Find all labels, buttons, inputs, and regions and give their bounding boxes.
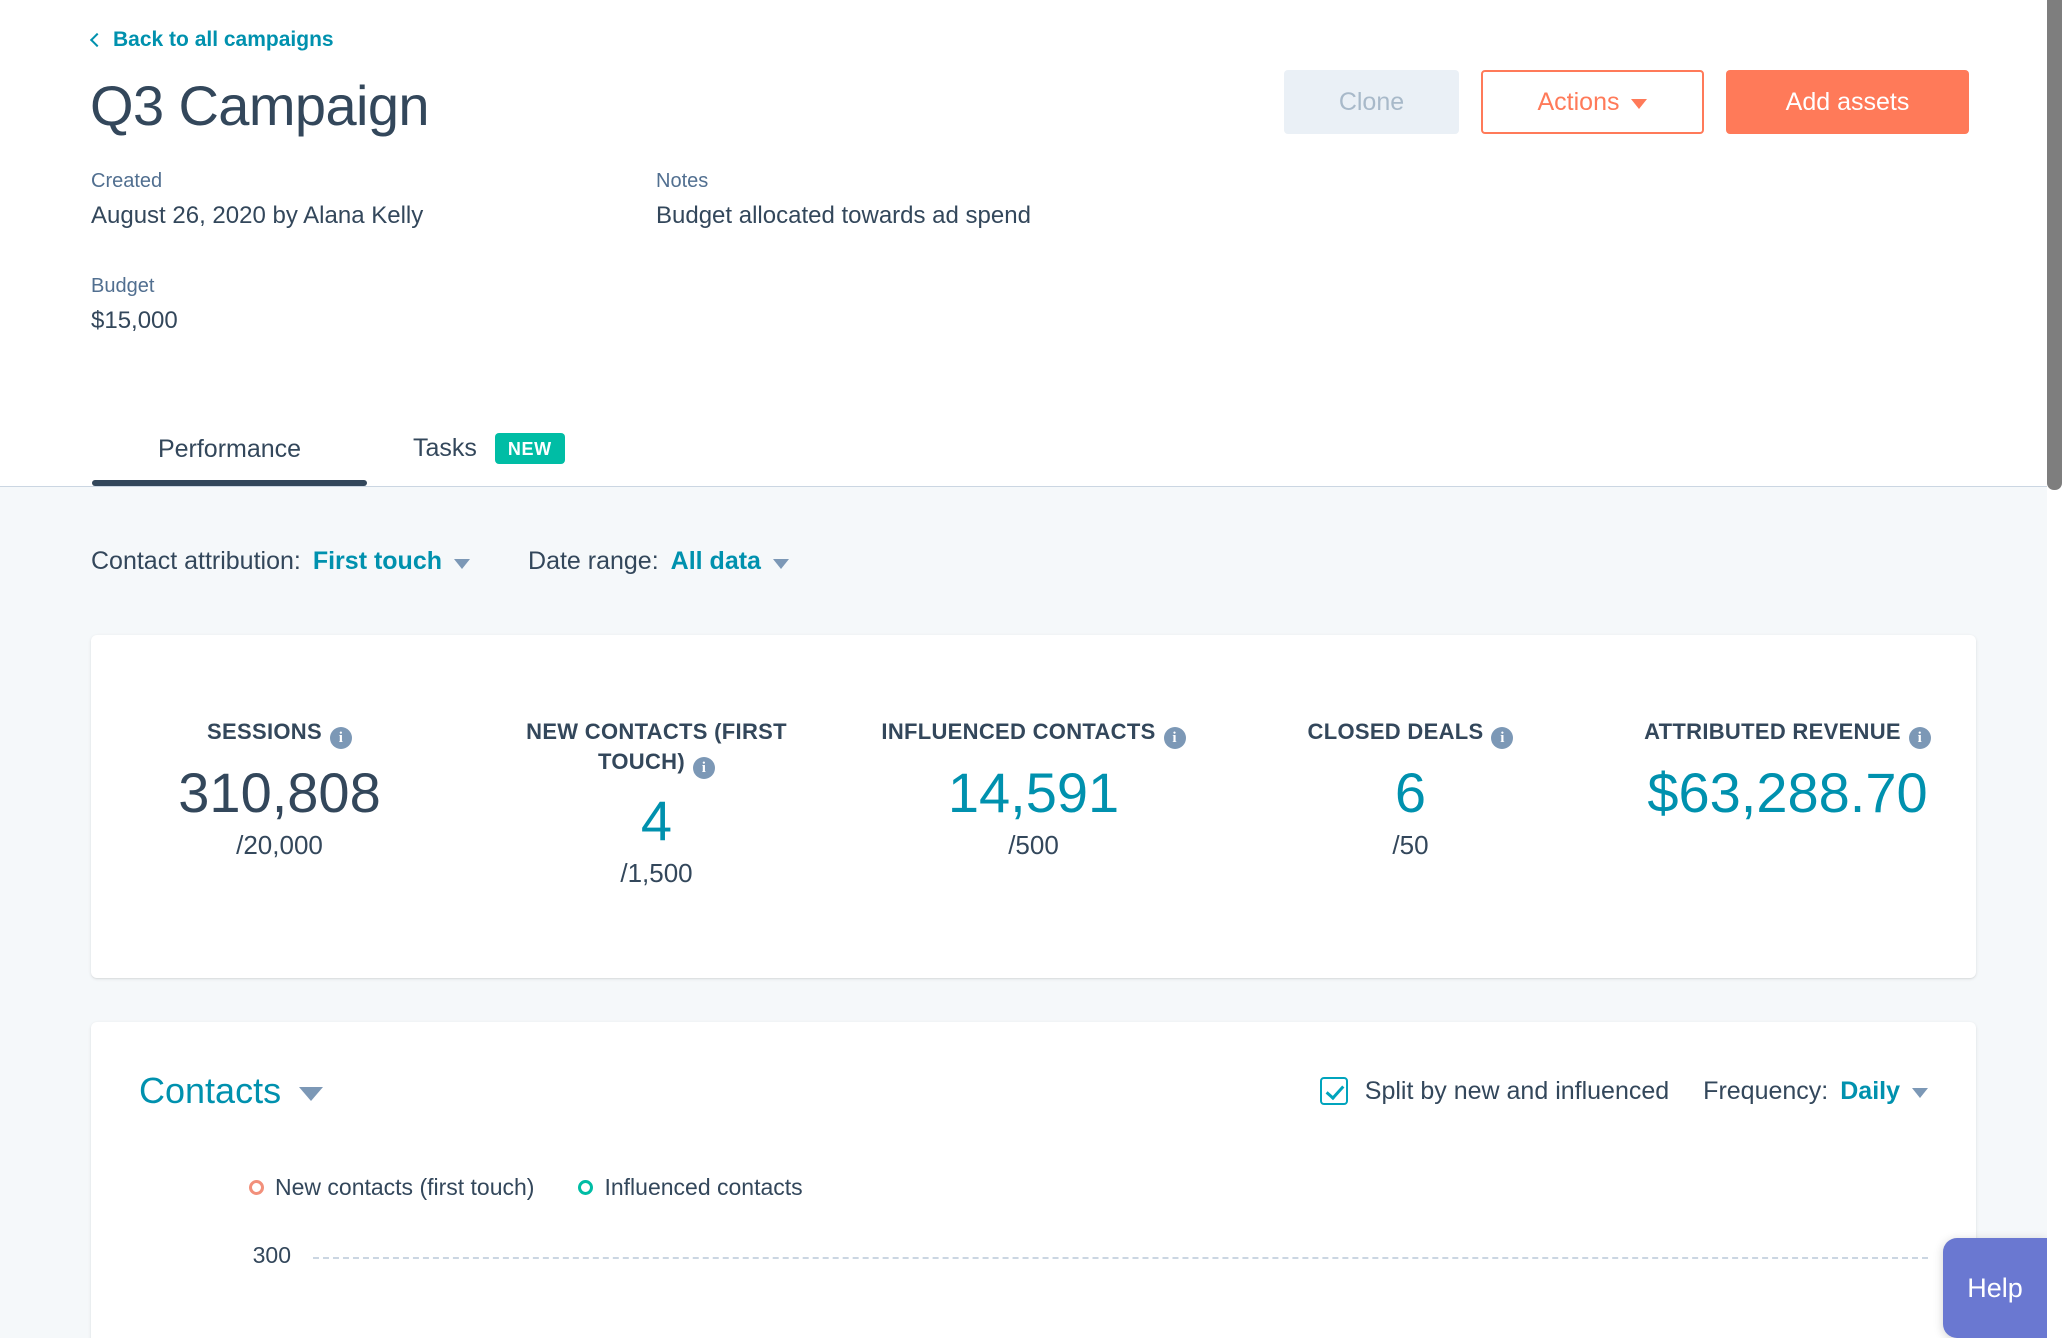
campaign-detail-page: Back to all campaigns Q3 Campaign Create… [0,0,2062,1338]
meta-row: Created August 26, 2020 by Alana Kelly N… [91,168,1291,234]
date-range-value[interactable]: All data [671,547,761,576]
tab-performance-label: Performance [157,435,302,463]
kpi-influenced-contacts: INFLUENCED CONTACTS i 14,591 /500 [845,717,1222,861]
y-axis-tick-label: 300 [252,1242,291,1268]
actions-button[interactable]: Actions [1481,70,1704,134]
page-scrollbar-thumb[interactable] [2047,0,2062,490]
page-title: Q3 Campaign [90,74,430,137]
checkbox-icon [1319,1077,1348,1105]
actions-button-label: Actions [1537,87,1620,116]
legend-marker-icon [578,1180,594,1195]
meta-value: $15,000 [91,306,178,334]
kpi-sessions: SESSIONS i 310,808 /20,000 [91,717,468,861]
new-badge: NEW [494,433,565,464]
kpi-value: $63,288.70 [1647,761,1928,824]
kpi-label-text: INFLUENCED CONTACTS [881,719,1156,744]
legend-item-influenced-contacts[interactable]: Influenced contacts [578,1174,803,1201]
tab-bar: Performance Tasks NEW [92,433,565,486]
filter-bar: Contact attribution: First touch Date ra… [91,547,789,576]
chart-gridline [313,1257,1928,1259]
info-icon[interactable]: i [1163,727,1186,749]
kpi-new-contacts: NEW CONTACTS (FIRST TOUCH) i 4 /1,500 [468,717,845,889]
help-button[interactable]: Help [1943,1238,2047,1338]
chevron-down-icon[interactable] [454,558,471,569]
info-icon[interactable]: i [329,727,352,749]
contact-attribution-value[interactable]: First touch [313,547,442,576]
tab-performance[interactable]: Performance [92,435,367,486]
frequency-value[interactable]: Daily [1840,1077,1900,1106]
kpi-value: 6 [1394,761,1427,824]
meta-value: August 26, 2020 by Alana Kelly [91,202,424,229]
chevron-down-icon [1631,98,1648,109]
meta-label: Created [91,170,163,192]
meta-label: Notes [656,170,709,192]
meta-row: Budget $15,000 [91,273,1291,339]
kpi-label: NEW CONTACTS (FIRST TOUCH) i [482,717,831,779]
kpi-value: 14,591 [947,761,1120,824]
chevron-down-icon[interactable] [1912,1088,1928,1098]
chart-legend: New contacts (first touch) Influenced co… [249,1174,803,1201]
meta-value: Budget allocated towards ad spend [656,202,1031,229]
tab-tasks-label: Tasks [413,434,477,462]
chart-controls: Split by new and influenced Frequency: D… [1319,1076,1928,1106]
legend-item-new-contacts[interactable]: New contacts (first touch) [249,1174,534,1201]
kpi-label: SESSIONS i [105,717,454,749]
legend-label: New contacts (first touch) [275,1174,535,1200]
kpi-summary-card: SESSIONS i 310,808 /20,000 NEW CONTACTS (… [91,635,1976,978]
back-link-label: Back to all campaigns [113,28,334,51]
meta-field-notes: Notes Budget allocated towards ad spend [656,168,1221,234]
kpi-goal: /500 [1008,830,1059,861]
page-body: Contact attribution: First touch Date ra… [0,487,2047,1338]
kpi-label-text: CLOSED DEALS [1307,719,1484,744]
chart-card-header: Contacts Split by new and influenced Fre… [139,1070,1928,1112]
chart-plot-area: 300 [91,1242,1928,1338]
split-checkbox-label: Split by new and influenced [1364,1076,1670,1105]
kpi-goal: /1,500 [620,857,693,888]
kpi-label: INFLUENCED CONTACTS i [859,717,1208,749]
frequency-label: Frequency: [1703,1076,1829,1105]
info-icon[interactable]: i [692,756,715,779]
kpi-value: 4 [640,788,673,852]
kpi-attributed-revenue: ATTRIBUTED REVENUE i $63,288.70 [1599,717,1976,830]
contacts-chart-card: Contacts Split by new and influenced Fre… [91,1022,1976,1338]
tab-tasks[interactable]: Tasks NEW [367,433,565,486]
kpi-label: ATTRIBUTED REVENUE i [1613,717,1962,749]
frequency-selector: Frequency: Daily [1703,1077,1928,1106]
kpi-label: CLOSED DEALS i [1236,717,1585,749]
split-by-new-and-influenced-checkbox[interactable]: Split by new and influenced [1319,1076,1670,1106]
campaign-meta: Created August 26, 2020 by Alana Kelly N… [91,168,1291,339]
clone-button[interactable]: Clone [1284,70,1459,134]
chevron-left-icon [89,32,105,47]
info-icon[interactable]: i [1908,727,1931,749]
kpi-row: SESSIONS i 310,808 /20,000 NEW CONTACTS (… [91,635,1976,978]
back-to-all-campaigns-link[interactable]: Back to all campaigns [89,28,334,52]
page-header: Back to all campaigns Q3 Campaign Create… [0,0,2047,487]
meta-label: Budget [91,274,155,297]
header-actions: Clone Actions Add assets [1284,70,1969,134]
chevron-down-icon[interactable] [772,558,789,569]
kpi-goal: /20,000 [236,830,323,861]
kpi-closed-deals: CLOSED DEALS i 6 /50 [1222,717,1599,861]
kpi-label-text: NEW CONTACTS (FIRST TOUCH) [526,719,787,774]
add-assets-button[interactable]: Add assets [1726,70,1969,134]
page-scrollbar-track[interactable] [2047,0,2062,1338]
meta-field-budget: Budget $15,000 [91,273,656,339]
chart-metric-dropdown[interactable]: Contacts [139,1070,324,1112]
chart-metric-label: Contacts [139,1070,282,1111]
chevron-down-icon [299,1087,324,1101]
kpi-label-text: ATTRIBUTED REVENUE [1644,719,1901,744]
kpi-value: 310,808 [178,761,381,824]
date-range-label: Date range: [528,547,659,575]
contact-attribution-label: Contact attribution: [91,547,301,575]
kpi-goal: /50 [1392,830,1429,861]
kpi-label-text: SESSIONS [207,719,322,744]
legend-marker-icon [249,1180,264,1195]
meta-field-created: Created August 26, 2020 by Alana Kelly [91,168,656,234]
info-icon[interactable]: i [1491,727,1514,749]
legend-label: Influenced contacts [604,1174,803,1200]
